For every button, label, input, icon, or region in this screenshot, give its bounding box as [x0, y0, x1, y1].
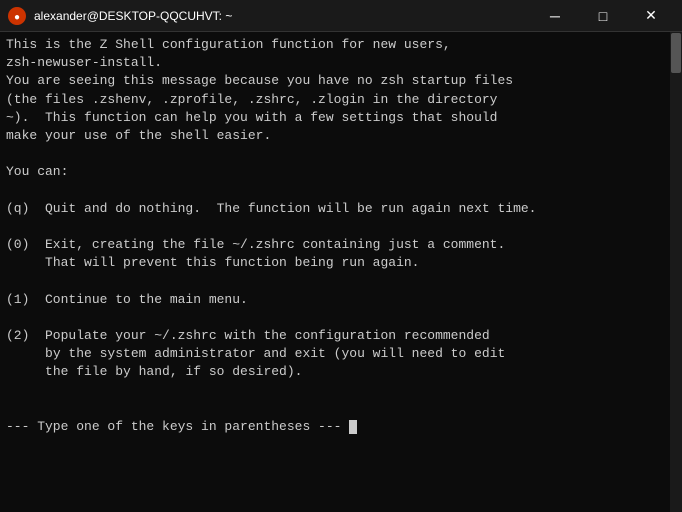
- window-title: alexander@DESKTOP-QQCUHVT: ~: [34, 9, 532, 23]
- terminal-window: ● alexander@DESKTOP-QQCUHVT: ~ ─ □ ✕ Thi…: [0, 0, 682, 512]
- scrollbar-thumb[interactable]: [671, 33, 681, 73]
- window-controls: ─ □ ✕: [532, 0, 674, 32]
- close-button[interactable]: ✕: [628, 0, 674, 32]
- svg-text:●: ●: [14, 12, 20, 23]
- title-bar: ● alexander@DESKTOP-QQCUHVT: ~ ─ □ ✕: [0, 0, 682, 32]
- terminal-body[interactable]: This is the Z Shell configuration functi…: [0, 32, 682, 512]
- scrollbar[interactable]: [670, 32, 682, 512]
- terminal-cursor: [349, 420, 357, 434]
- minimize-button[interactable]: ─: [532, 0, 578, 32]
- terminal-content: This is the Z Shell configuration functi…: [6, 36, 676, 436]
- maximize-button[interactable]: □: [580, 0, 626, 32]
- window-icon: ●: [8, 7, 26, 25]
